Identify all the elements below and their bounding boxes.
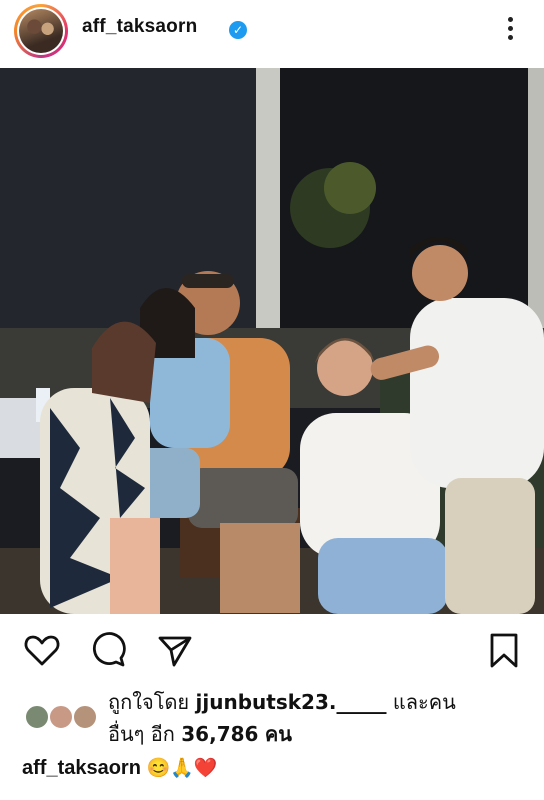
avatar-inner bbox=[17, 7, 65, 55]
likes-user[interactable]: jjunbutsk23._____ bbox=[196, 690, 387, 714]
profile-avatar[interactable] bbox=[14, 4, 68, 58]
liker-avatar bbox=[48, 704, 74, 730]
more-options-icon[interactable] bbox=[500, 14, 520, 46]
verified-badge-icon: ✓ bbox=[229, 21, 247, 39]
post-photo[interactable] bbox=[0, 68, 544, 614]
likes-count[interactable]: 36,786 bbox=[181, 722, 258, 746]
post-username[interactable]: aff_taksaorn bbox=[82, 16, 197, 38]
liker-avatar bbox=[72, 704, 98, 730]
heart-icon[interactable] bbox=[22, 630, 62, 670]
likes-prefix: ถูกใจโดย bbox=[108, 690, 190, 714]
bookmark-icon[interactable] bbox=[484, 630, 524, 670]
post-caption: aff_taksaorn 😊🙏❤️ bbox=[22, 756, 217, 780]
comment-icon[interactable] bbox=[88, 630, 128, 670]
caption-emojis: 😊🙏❤️ bbox=[146, 758, 218, 779]
share-icon[interactable] bbox=[154, 630, 194, 670]
avatar-image bbox=[19, 9, 63, 53]
photo-illustration bbox=[0, 68, 544, 614]
likes-suffix: คน bbox=[264, 722, 292, 746]
likes-text[interactable]: ถูกใจโดย jjunbutsk23._____ และคน อื่นๆ อ… bbox=[108, 686, 456, 750]
likes-line2-prefix: อื่นๆ อีก bbox=[108, 722, 175, 746]
post-actions bbox=[0, 624, 544, 674]
likes-mid: และคน bbox=[392, 690, 456, 714]
liker-avatar bbox=[24, 704, 50, 730]
likes-summary: ถูกใจโดย jjunbutsk23._____ และคน อื่นๆ อ… bbox=[0, 684, 544, 754]
post-header: aff_taksaorn ✓ bbox=[0, 0, 544, 62]
caption-username[interactable]: aff_taksaorn bbox=[22, 757, 141, 779]
